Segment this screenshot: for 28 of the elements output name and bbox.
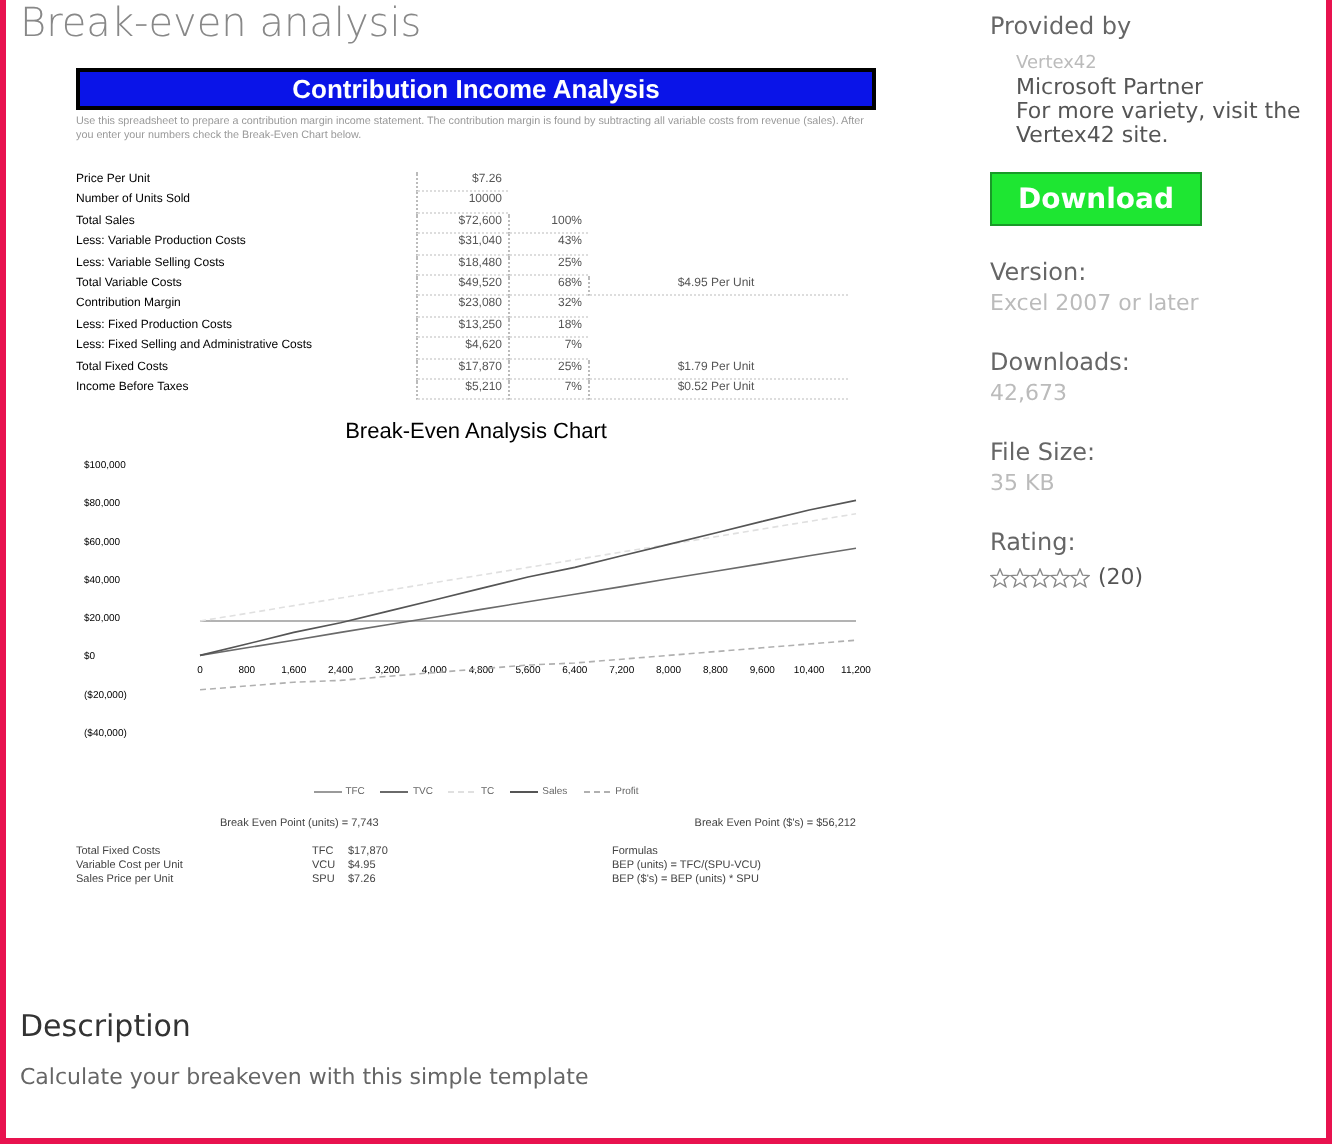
star-icon	[1050, 567, 1070, 587]
legend-swatch	[380, 788, 409, 797]
legend-swatch	[448, 788, 477, 797]
star-icon	[1070, 567, 1090, 587]
provider-name: Vertex42	[1016, 52, 1099, 76]
legend-swatch	[510, 788, 539, 797]
rating-count: (20)	[1098, 564, 1144, 590]
fact-value: Excel 2007 or later	[990, 290, 1201, 316]
legend-swatch	[313, 788, 342, 797]
fact-label: Version:	[990, 258, 1089, 286]
description-heading: Description	[20, 1008, 193, 1045]
partner-label: Microsoft Partner	[1016, 76, 1206, 100]
fact-label: File Size:	[990, 438, 1098, 466]
description-text: Calculate your breakeven with this simple template	[20, 1064, 591, 1091]
provided-by-label: Provided by	[990, 12, 1134, 40]
fact-value: 35 KB	[990, 470, 1057, 496]
legend-swatch	[583, 788, 612, 797]
sheet-title: Contribution Income Analysis	[76, 68, 876, 110]
star-icon	[1030, 567, 1050, 587]
rating-label: Rating:	[990, 528, 1078, 556]
fact-value: 42,673	[990, 380, 1069, 406]
star-icon	[990, 567, 1010, 587]
download-button[interactable]: Download	[990, 172, 1202, 226]
visit-text: For more variety, visit the Vertex42 site.	[1016, 100, 1303, 148]
page-title: Break-even analysis	[20, 0, 424, 44]
star-icon	[1010, 567, 1030, 587]
chart-title: Break-Even Analysis Chart	[343, 420, 609, 445]
fact-label: Downloads:	[990, 348, 1132, 376]
